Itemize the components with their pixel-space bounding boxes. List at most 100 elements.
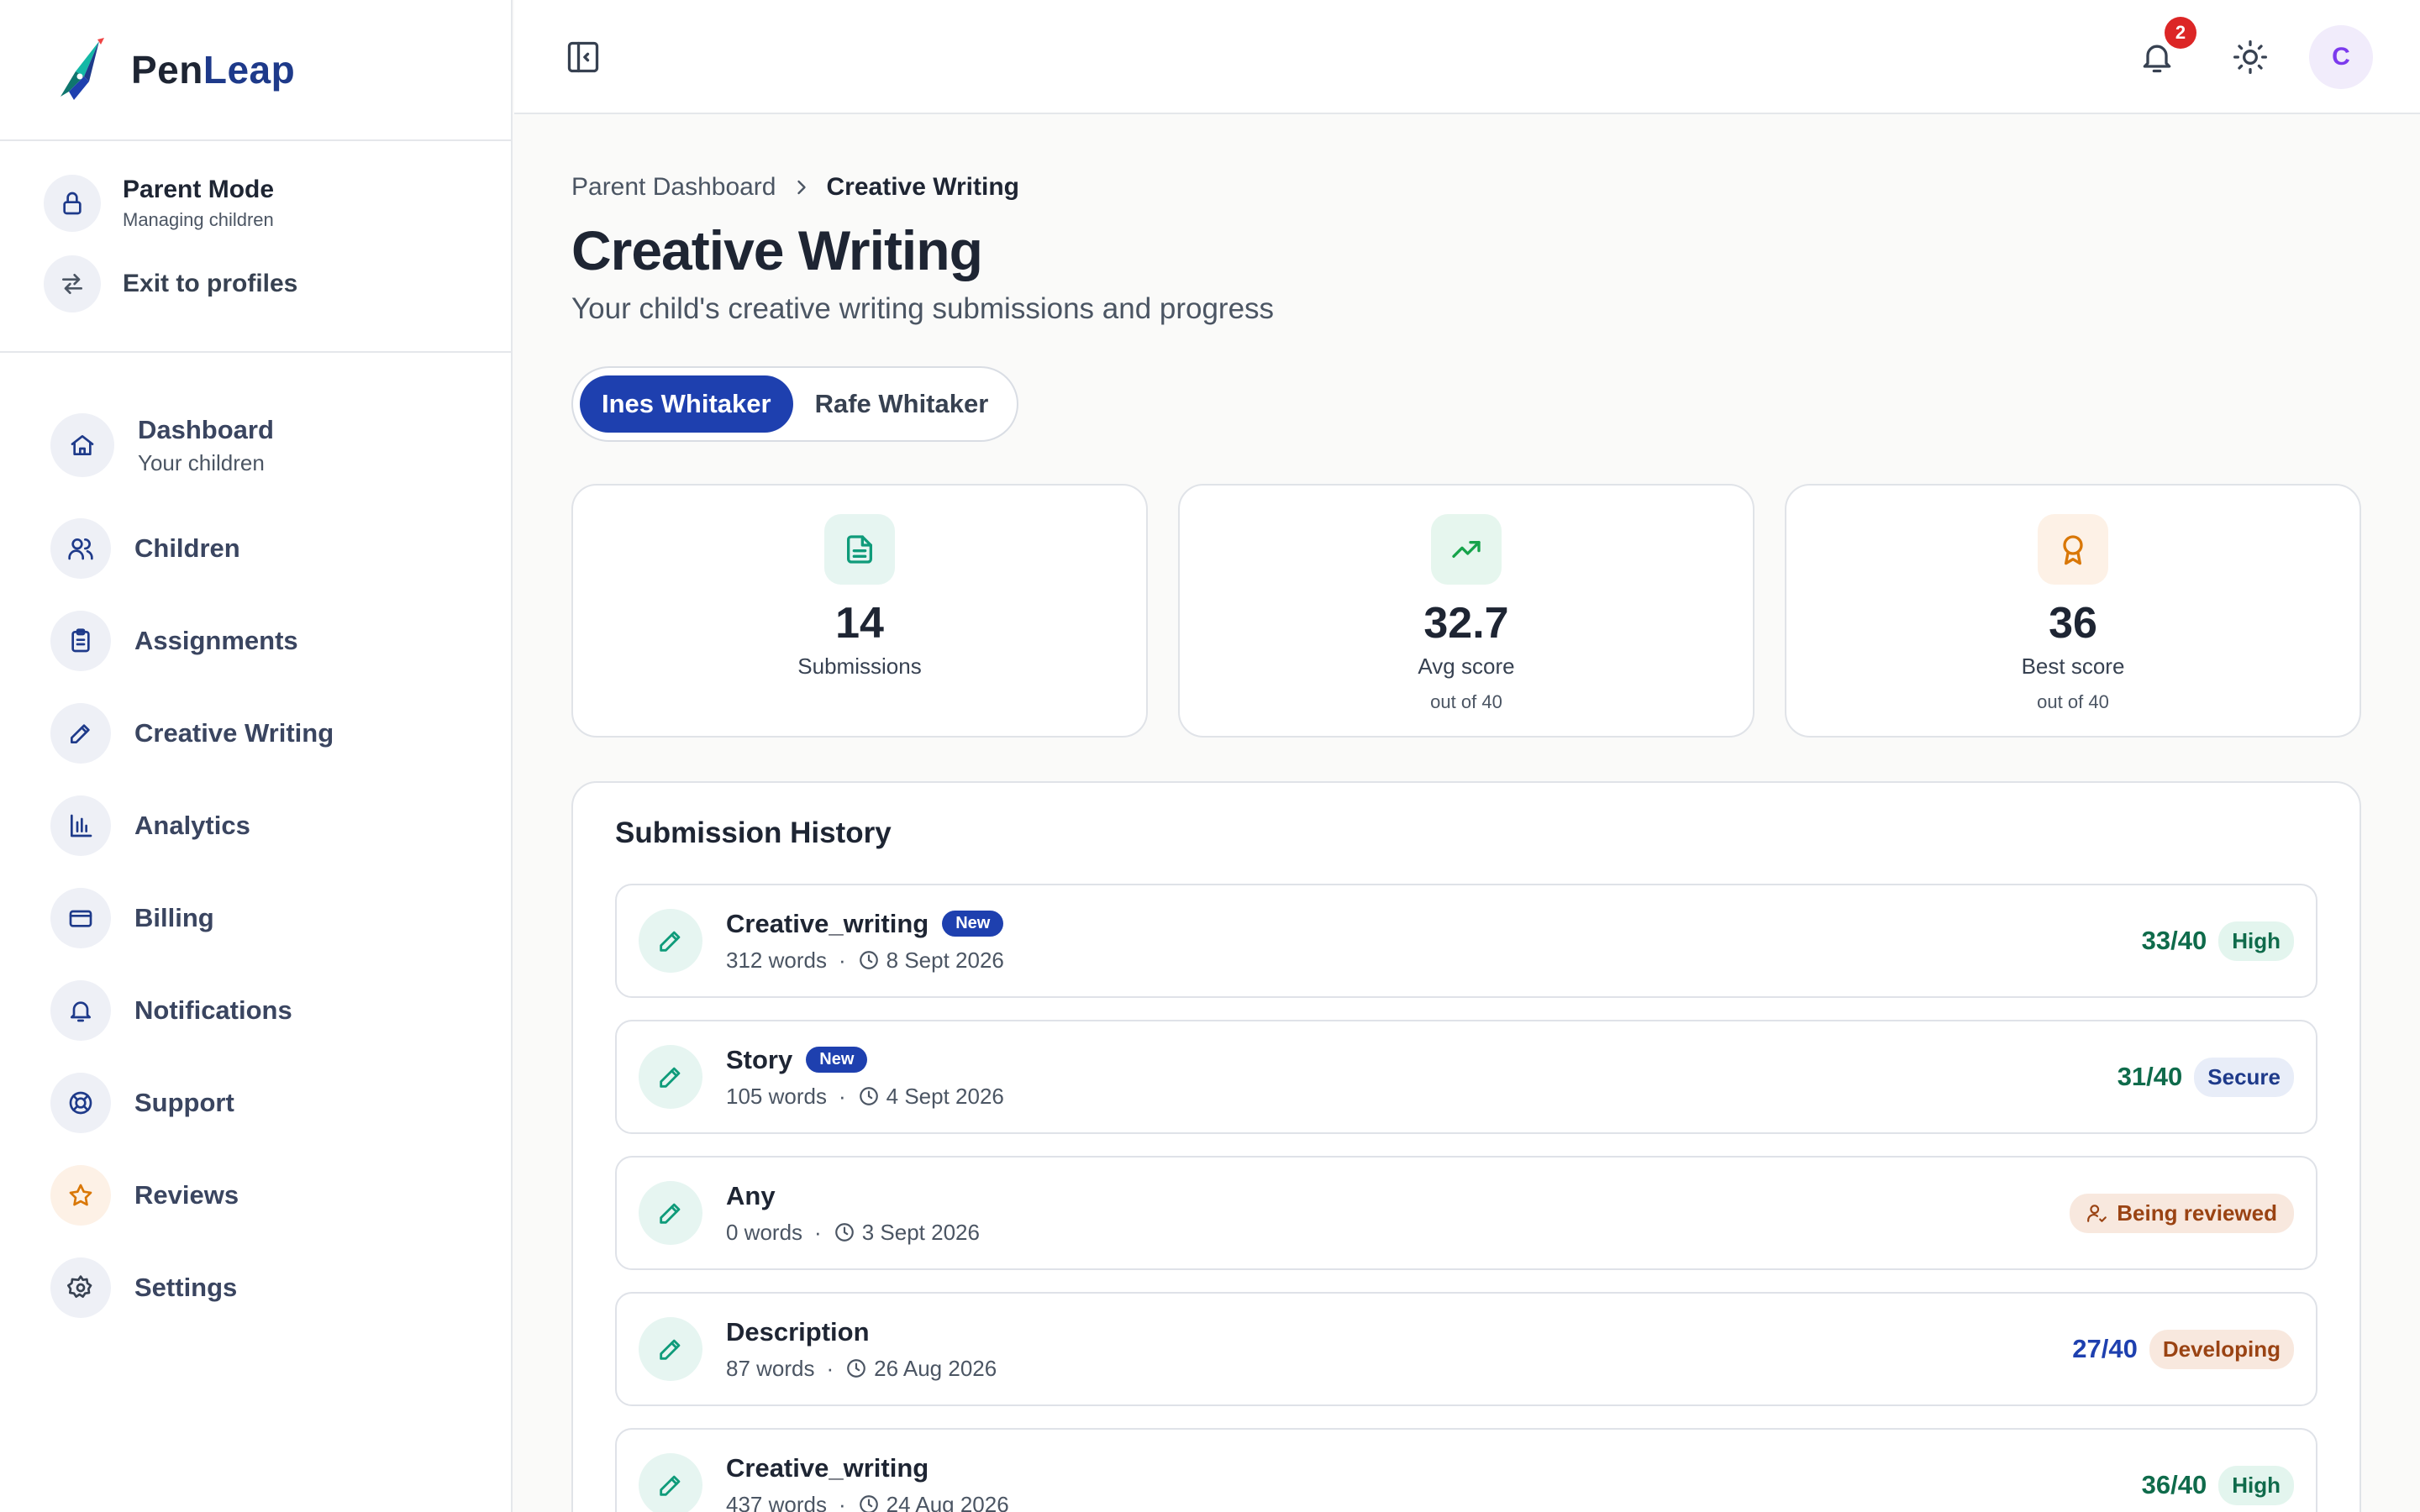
status-badge: High (2218, 921, 2294, 961)
stat-label: Submissions (797, 654, 922, 679)
child-tab-ines[interactable]: Ines Whitaker (580, 375, 793, 433)
sidebar-item-analytics[interactable]: Analytics (0, 780, 511, 872)
mode-title: Parent Mode (123, 176, 275, 203)
topbar: 2 C (514, 0, 2420, 114)
sidebar-item-children[interactable]: Children (0, 502, 511, 595)
breadcrumb-parent-link[interactable]: Parent Dashboard (571, 173, 776, 202)
sidebar-collapse-button[interactable] (565, 39, 602, 76)
sidebar-item-settings[interactable]: Settings (0, 1242, 511, 1334)
sidebar-item-assignments[interactable]: Assignments (0, 595, 511, 687)
clock-icon (859, 1087, 878, 1105)
sidebar-item-sublabel: Your children (138, 449, 265, 475)
submission-row[interactable]: Story New 105 words · 4 Sept 2026 31/40 Se… (615, 1020, 2317, 1134)
stat-value: 36 (2049, 599, 2097, 648)
stat-card-best-score: 36 Best score out of 40 (1785, 484, 2361, 738)
avatar[interactable]: C (2309, 25, 2373, 89)
child-tab-rafe[interactable]: Rafe Whitaker (793, 375, 1011, 433)
exit-label: Exit to profiles (123, 270, 298, 297)
pen-icon (639, 1045, 702, 1109)
sidebar-item-dashboard[interactable]: Dashboard Your children (0, 388, 511, 502)
document-icon (824, 514, 895, 585)
status-badge: High (2218, 1465, 2294, 1505)
submission-date: 8 Sept 2026 (886, 947, 1004, 973)
word-count: 0 words (726, 1219, 803, 1245)
sidebar-item-label: Reviews (134, 1180, 239, 1210)
submission-title: Creative_writing (726, 908, 929, 938)
child-selector: Ines Whitaker Rafe Whitaker (571, 366, 1019, 442)
breadcrumb-current: Creative Writing (826, 173, 1020, 201)
bar-chart-icon (50, 795, 111, 856)
logo-icon (60, 38, 104, 100)
clock-icon (834, 1223, 854, 1242)
credit-card-icon (50, 888, 111, 948)
sidebar-item-support[interactable]: Support (0, 1057, 511, 1149)
word-count: 312 words (726, 947, 827, 973)
submission-title: Description (726, 1316, 870, 1347)
new-badge: New (806, 1047, 868, 1073)
submission-list: Creative_writing New 312 words · 8 Sept 20… (615, 884, 2317, 1512)
sidebar-item-label: Creative Writing (134, 718, 334, 748)
submission-row[interactable]: Creative_writing 437 words · 24 Aug 2026 … (615, 1428, 2317, 1512)
word-count: 87 words (726, 1355, 815, 1381)
award-icon (2038, 514, 2108, 585)
submission-row[interactable]: Description 87 words · 26 Aug 2026 27/40 … (615, 1292, 2317, 1406)
gear-icon (50, 1257, 111, 1318)
submission-date: 26 Aug 2026 (874, 1355, 997, 1381)
stat-sublabel: out of 40 (2037, 691, 2109, 712)
sidebar-item-label: Notifications (134, 995, 292, 1025)
sidebar-item-label: Settings (134, 1273, 238, 1302)
life-buoy-icon (50, 1073, 111, 1133)
sidebar-item-billing[interactable]: Billing (0, 872, 511, 964)
sidebar: PenLeap Parent Mode Managing children Ex… (0, 0, 513, 1512)
users-icon (50, 518, 111, 579)
lock-icon (44, 175, 101, 232)
theme-toggle-button[interactable] (2232, 39, 2269, 76)
pen-icon (639, 1317, 702, 1381)
panel-left-icon (567, 41, 599, 73)
status-badge: Developing (2149, 1329, 2294, 1369)
sidebar-item-label: Assignments (134, 626, 298, 655)
sidebar-item-label: Dashboard (138, 414, 274, 444)
score: 36/40 (2141, 1470, 2207, 1499)
mode-block: Parent Mode Managing children Exit to pr… (0, 141, 511, 353)
submission-row[interactable]: Any 0 words · 3 Sept 2026 Being reviewed (615, 1156, 2317, 1270)
notification-count-badge: 2 (2165, 17, 2196, 49)
pen-icon (639, 1453, 702, 1512)
submission-row[interactable]: Creative_writing New 312 words · 8 Sept 20… (615, 884, 2317, 998)
page-subtitle: Your child's creative writing submission… (571, 292, 1275, 325)
mode-subtitle: Managing children (123, 209, 274, 230)
stat-sublabel: out of 40 (1430, 691, 1502, 712)
word-count: 105 words (726, 1083, 827, 1109)
clipboard-icon (50, 611, 111, 671)
submission-title: Creative_writing (726, 1452, 929, 1483)
clock-icon (859, 951, 878, 969)
stats-row: 14 Submissions 32.7 Avg score out of 40 … (571, 484, 2361, 738)
main-content: Parent Dashboard Creative Writing Creati… (571, 114, 2361, 1512)
stat-value: 32.7 (1423, 599, 1509, 648)
sidebar-item-creative-writing[interactable]: Creative Writing (0, 687, 511, 780)
status-badge: Secure (2194, 1057, 2294, 1097)
sidebar-nav: Dashboard Your children Children Assignm… (0, 353, 511, 1334)
sidebar-item-label: Billing (134, 903, 214, 932)
exit-to-profiles-button[interactable]: Exit to profiles (0, 255, 511, 312)
brand[interactable]: PenLeap (0, 0, 511, 141)
submission-title: Any (726, 1180, 776, 1210)
sidebar-item-notifications[interactable]: Notifications (0, 964, 511, 1057)
page-title: Creative Writing (571, 219, 983, 281)
status-label: Being reviewed (2117, 1200, 2277, 1226)
user-check-icon (2087, 1205, 2107, 1222)
section-title: Submission History (615, 816, 892, 849)
chevron-right-icon (797, 180, 806, 195)
new-badge: New (942, 911, 1004, 937)
home-icon (50, 413, 114, 477)
sidebar-item-label: Analytics (134, 811, 250, 840)
score: 33/40 (2141, 926, 2207, 955)
submission-history: Submission History Creative_writing New 3… (571, 781, 2361, 1512)
sidebar-item-reviews[interactable]: Reviews (0, 1149, 511, 1242)
clock-icon (859, 1495, 878, 1512)
submission-date: 3 Sept 2026 (861, 1219, 980, 1245)
submission-title: Story (726, 1044, 793, 1074)
bell-icon (50, 980, 111, 1041)
stat-card-submissions: 14 Submissions (571, 484, 1148, 738)
status-badge: Being reviewed (2070, 1193, 2294, 1233)
